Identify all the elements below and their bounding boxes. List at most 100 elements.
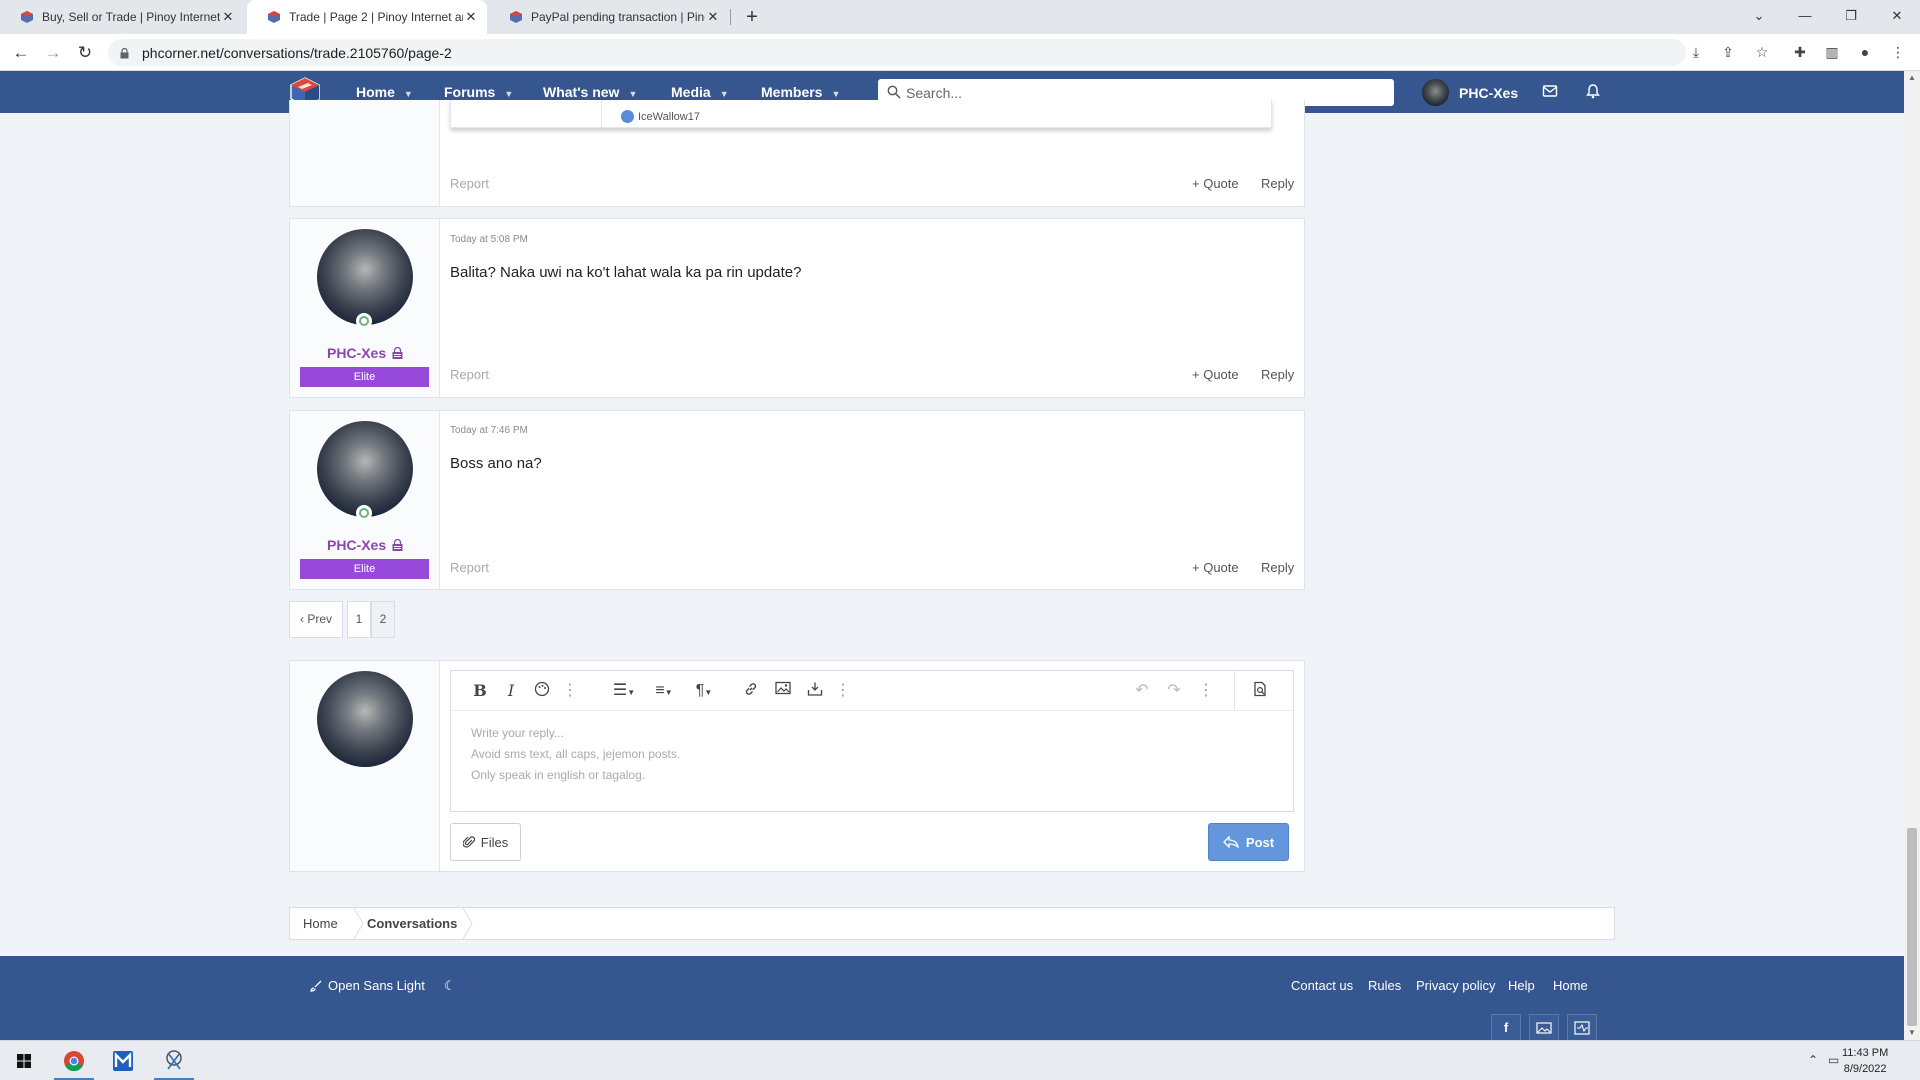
message-card: IceWallow17 Report + Quote Reply (289, 100, 1305, 207)
reply-arrow-icon (1222, 835, 1239, 849)
reply-button[interactable]: Reply (1261, 176, 1294, 191)
chevron-down-icon[interactable]: ▼ (720, 89, 729, 99)
footer-link-help[interactable]: Help (1508, 978, 1535, 993)
quote-divider (451, 100, 602, 128)
phcorner-favicon (20, 10, 34, 24)
chevron-down-icon[interactable]: ▼ (628, 89, 637, 99)
undo-icon[interactable]: ↶ (1131, 681, 1153, 701)
gallery-icon[interactable] (1529, 1014, 1559, 1042)
tab-close-icon[interactable]: ✕ (705, 9, 721, 25)
close-window-icon[interactable]: ✕ (1874, 0, 1920, 34)
post-reply-button[interactable]: Post (1208, 823, 1289, 861)
avatar[interactable] (317, 229, 413, 325)
pagination-page-current[interactable]: 2 (371, 601, 395, 638)
footer-link-privacy[interactable]: Privacy policy (1416, 978, 1495, 993)
forward-icon[interactable]: → (40, 40, 66, 66)
report-link[interactable]: Report (450, 560, 489, 575)
page-scrollbar[interactable]: ▲ ▼ (1904, 71, 1920, 1040)
list-icon[interactable]: ☰▼ (609, 681, 639, 701)
network-icon[interactable]: ▭ (1828, 1053, 1839, 1067)
pagination-prev[interactable]: ‹ Prev (289, 601, 343, 638)
breadcrumb-conversations[interactable]: Conversations (367, 908, 457, 939)
reply-button[interactable]: Reply (1261, 367, 1294, 382)
browser-menu-icon[interactable]: ⋮ (1888, 42, 1908, 62)
message-card: PHC-Xes Elite Today at 5:08 PM Balita? N… (289, 218, 1305, 398)
tray-chevron-icon[interactable]: ⌃ (1808, 1053, 1818, 1067)
rss-feed-icon[interactable] (1567, 1014, 1597, 1042)
dark-mode-moon-icon[interactable]: ☾ (444, 978, 456, 994)
inbox-envelope-icon[interactable] (1542, 83, 1560, 101)
more-options-icon[interactable]: ⋮ (832, 681, 854, 701)
back-icon[interactable]: ← (8, 40, 34, 66)
message-timestamp[interactable]: Today at 7:46 PM (450, 425, 528, 436)
avatar[interactable] (317, 421, 413, 517)
scrollbar-thumb[interactable] (1907, 828, 1917, 1026)
share-icon[interactable]: ⇪ (1718, 42, 1738, 62)
image-icon[interactable] (772, 681, 794, 701)
extensions-puzzle-icon[interactable]: ✚ (1790, 42, 1810, 62)
reply-editor[interactable]: B I ⋮ ☰▼ ≡▼ ¶▼ ⋮ ↶ ↷ ⋮ Write your reply.… (450, 670, 1294, 812)
quote-author[interactable]: IceWallow17 (638, 111, 700, 123)
bookmark-star-icon[interactable]: ☆ (1752, 42, 1772, 62)
minimize-icon[interactable]: — (1782, 0, 1828, 34)
url-field[interactable]: phcorner.net/conversations/trade.2105760… (108, 39, 1686, 66)
preview-icon[interactable] (1249, 681, 1271, 701)
facebook-icon[interactable]: f (1491, 1014, 1521, 1042)
redo-icon[interactable]: ↷ (1163, 681, 1185, 701)
message-author[interactable]: PHC-Xes (290, 345, 440, 361)
browser-tab[interactable]: Buy, Sell or Trade | Pinoy Internet ✕ (0, 0, 244, 34)
more-options-icon[interactable]: ⋮ (559, 681, 581, 701)
restore-icon[interactable]: ❐ (1828, 0, 1874, 34)
align-icon[interactable]: ≡▼ (649, 681, 679, 701)
report-link[interactable]: Report (450, 367, 489, 382)
scroll-down-arrow-icon[interactable]: ▼ (1904, 1026, 1920, 1040)
footer-link-rules[interactable]: Rules (1368, 978, 1401, 993)
chevron-down-icon[interactable]: ▼ (404, 89, 413, 99)
rank-badge: Elite (300, 367, 429, 387)
install-app-icon[interactable]: ⤓ (1686, 42, 1706, 62)
attach-files-button[interactable]: Files (450, 823, 521, 861)
reload-icon[interactable]: ↻ (72, 40, 98, 66)
account-menu[interactable]: PHC-Xes (1422, 79, 1518, 106)
quote-button[interactable]: + Quote (1192, 560, 1239, 575)
style-chooser[interactable]: Open Sans Light (310, 978, 425, 993)
footer-link-contact[interactable]: Contact us (1291, 978, 1353, 993)
malwarebytes-icon[interactable] (99, 1041, 147, 1080)
tab-close-icon[interactable]: ✕ (463, 9, 479, 25)
windows-start-icon[interactable] (0, 1041, 48, 1080)
paragraph-icon[interactable]: ¶▼ (689, 681, 719, 701)
side-panel-icon[interactable]: ▥ (1822, 42, 1842, 62)
browser-tab-strip: Buy, Sell or Trade | Pinoy Internet ✕ Tr… (0, 0, 1920, 34)
chrome-icon[interactable] (50, 1041, 98, 1080)
breadcrumb-home[interactable]: Home (303, 908, 338, 939)
profile-icon[interactable]: ● (1855, 42, 1875, 62)
message-author[interactable]: PHC-Xes (290, 537, 440, 553)
link-icon[interactable] (740, 681, 762, 701)
insert-media-icon[interactable] (804, 681, 826, 701)
new-tab-icon[interactable]: + (738, 4, 766, 30)
tab-search-chevron-icon[interactable]: ⌄ (1736, 0, 1782, 34)
tab-close-icon[interactable]: ✕ (220, 9, 236, 25)
bell-icon[interactable] (1585, 83, 1603, 101)
browser-tab[interactable]: PayPal pending transaction | Pino ✕ (489, 0, 729, 34)
quote-button[interactable]: + Quote (1192, 176, 1239, 191)
footer-link-home[interactable]: Home (1553, 978, 1588, 993)
chevron-down-icon[interactable]: ▼ (504, 89, 513, 99)
pagination-page[interactable]: 1 (347, 601, 371, 638)
bold-icon[interactable]: B (469, 681, 491, 701)
chevron-down-icon[interactable]: ▼ (831, 89, 840, 99)
snipping-tool-icon[interactable] (150, 1041, 198, 1080)
browser-tab-active[interactable]: Trade | Page 2 | Pinoy Internet an ✕ (247, 0, 487, 34)
scroll-up-arrow-icon[interactable]: ▲ (1904, 71, 1920, 85)
palette-icon[interactable] (531, 681, 553, 701)
more-options-icon[interactable]: ⋮ (1195, 681, 1217, 701)
italic-icon[interactable]: I (500, 681, 522, 701)
url-text: phcorner.net/conversations/trade.2105760… (142, 45, 452, 61)
report-link[interactable]: Report (450, 176, 489, 191)
message-timestamp[interactable]: Today at 5:08 PM (450, 234, 528, 245)
reply-button[interactable]: Reply (1261, 560, 1294, 575)
system-clock[interactable]: 11:43 PM 8/9/2022 (1842, 1045, 1888, 1077)
search-icon (887, 85, 901, 99)
online-status-icon (356, 313, 372, 329)
quote-button[interactable]: + Quote (1192, 367, 1239, 382)
